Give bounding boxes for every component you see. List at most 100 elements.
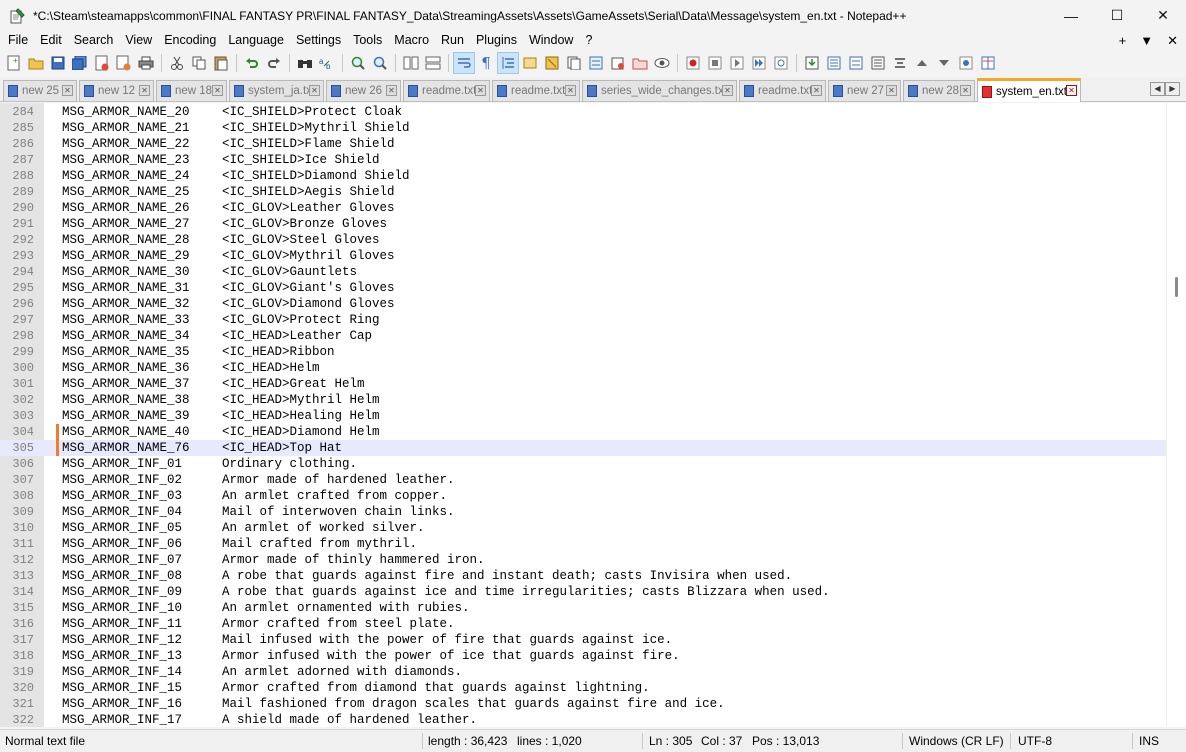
menu-macro[interactable]: Macro (388, 31, 435, 50)
vertical-scrollbar[interactable] (1166, 103, 1186, 727)
tab-series-wide-changes[interactable]: series_wide_changes.txt ✕ (582, 80, 737, 101)
tab-close-icon[interactable]: ✕ (886, 85, 897, 96)
save-macro-icon[interactable] (770, 52, 792, 74)
compare-panel-icon[interactable] (977, 52, 999, 74)
editor-line[interactable]: 306 MSG_ARMOR_INF_01 Ordinary clothing. (0, 456, 1166, 472)
previous-diff-icon[interactable] (911, 52, 933, 74)
editor-line[interactable]: 305 MSG_ARMOR_NAME_76 <IC_HEAD>Top Hat (0, 440, 1166, 456)
editor-line[interactable]: 315 MSG_ARMOR_INF_10 An armlet ornamented … (0, 600, 1166, 616)
find-icon[interactable] (294, 52, 316, 74)
editor-pane[interactable]: 284 MSG_ARMOR_NAME_20 <IC_SHIELD>Protect C… (0, 103, 1186, 727)
editor-line[interactable]: 303 MSG_ARMOR_NAME_39 <IC_HEAD>Healing Hel… (0, 408, 1166, 424)
editor-line[interactable]: 307 MSG_ARMOR_INF_02 Armor made of hardene… (0, 472, 1166, 488)
word-wrap-icon[interactable] (453, 52, 475, 74)
editor-line[interactable]: 288 MSG_ARMOR_NAME_24 <IC_SHIELD>Diamond S… (0, 168, 1166, 184)
tab-readme-2[interactable]: readme.txt ✕ (492, 80, 580, 101)
menu-edit[interactable]: Edit (34, 31, 68, 50)
document-list-icon[interactable] (563, 52, 585, 74)
status-eol-format[interactable]: Windows (CR LF) (909, 730, 1004, 752)
close-file-icon[interactable] (91, 52, 113, 74)
folder-icon[interactable] (629, 52, 651, 74)
monitoring-eye-icon[interactable] (651, 52, 673, 74)
editor-line[interactable]: 284 MSG_ARMOR_NAME_20 <IC_SHIELD>Protect C… (0, 104, 1166, 120)
compare-icon[interactable] (823, 52, 845, 74)
tab-close-icon[interactable]: ✕ (811, 85, 822, 96)
clear-compare-icon[interactable] (867, 52, 889, 74)
navigation-bar-icon[interactable] (955, 52, 977, 74)
editor-line[interactable]: 302 MSG_ARMOR_NAME_38 <IC_HEAD>Mythril Hel… (0, 392, 1166, 408)
user-defined-language-icon[interactable] (519, 52, 541, 74)
open-file-icon[interactable] (25, 52, 47, 74)
editor-line[interactable]: 309 MSG_ARMOR_INF_04 Mail of interwoven ch… (0, 504, 1166, 520)
editor-line[interactable]: 295 MSG_ARMOR_NAME_31 <IC_GLOV>Giant's Glo… (0, 280, 1166, 296)
editor-line[interactable]: 322 MSG_ARMOR_INF_17 A shield made of hard… (0, 712, 1166, 727)
close-window-button[interactable]: ✕ (1140, 0, 1186, 31)
new-tab-plus-button[interactable]: + (1119, 33, 1127, 48)
run-macro-multiple-icon[interactable] (748, 52, 770, 74)
first-diff-icon[interactable] (889, 52, 911, 74)
sync-horizontal-scroll-icon[interactable] (422, 52, 444, 74)
tab-new-26[interactable]: new 26 ✕ (326, 80, 401, 101)
redo-icon[interactable] (263, 52, 285, 74)
editor-line[interactable]: 285 MSG_ARMOR_NAME_21 <IC_SHIELD>Mythril S… (0, 120, 1166, 136)
stop-macro-icon[interactable] (704, 52, 726, 74)
copy-icon[interactable] (188, 52, 210, 74)
menu-settings[interactable]: Settings (290, 31, 347, 50)
editor-line[interactable]: 313 MSG_ARMOR_INF_08 A robe that guards ag… (0, 568, 1166, 584)
close-document-button[interactable]: ✕ (1167, 33, 1178, 49)
tab-close-icon[interactable]: ✕ (139, 85, 150, 96)
menu-run[interactable]: Run (435, 31, 470, 50)
tab-scroll-right-icon[interactable]: ▶ (1165, 82, 1180, 96)
maximize-button[interactable]: ☐ (1094, 0, 1140, 31)
menu-encoding[interactable]: Encoding (158, 31, 222, 50)
tab-close-icon[interactable]: ✕ (309, 85, 320, 96)
save-all-icon[interactable] (69, 52, 91, 74)
menu-view[interactable]: View (119, 31, 158, 50)
zoom-in-icon[interactable] (347, 52, 369, 74)
next-diff-icon[interactable] (933, 52, 955, 74)
tab-close-icon[interactable]: ✕ (565, 85, 576, 96)
scrollbar-thumb[interactable] (1175, 277, 1178, 297)
undo-icon[interactable] (241, 52, 263, 74)
replace-icon[interactable]: ab (316, 52, 338, 74)
editor-line[interactable]: 296 MSG_ARMOR_NAME_32 <IC_GLOV>Diamond Glo… (0, 296, 1166, 312)
indent-guide-icon[interactable] (497, 52, 519, 74)
editor-line[interactable]: 321 MSG_ARMOR_INF_16 Mail fashioned from d… (0, 696, 1166, 712)
editor-line[interactable]: 287 MSG_ARMOR_NAME_23 <IC_SHIELD>Ice Shiel… (0, 152, 1166, 168)
tab-close-icon[interactable]: ✕ (722, 85, 733, 96)
editor-line[interactable]: 298 MSG_ARMOR_NAME_34 <IC_HEAD>Leather Cap (0, 328, 1166, 344)
save-icon[interactable] (47, 52, 69, 74)
editor-line[interactable]: 294 MSG_ARMOR_NAME_30 <IC_GLOV>Gauntlets (0, 264, 1166, 280)
tab-list-dropdown-button[interactable]: ▼ (1140, 33, 1153, 48)
editor-line[interactable]: 293 MSG_ARMOR_NAME_29 <IC_GLOV>Mythril Glo… (0, 248, 1166, 264)
menu-tools[interactable]: Tools (347, 31, 388, 50)
close-all-icon[interactable] (113, 52, 135, 74)
menu-window[interactable]: Window (523, 31, 579, 50)
minimize-button[interactable]: — (1048, 0, 1094, 31)
editor-line[interactable]: 312 MSG_ARMOR_INF_07 Armor made of thinly … (0, 552, 1166, 568)
tab-close-icon[interactable]: ✕ (1066, 85, 1077, 96)
sync-vertical-scroll-icon[interactable] (400, 52, 422, 74)
tab-new-12[interactable]: new 12 ✕ (79, 80, 154, 101)
show-all-characters-icon[interactable]: ¶ (475, 52, 497, 74)
editor-line[interactable]: 318 MSG_ARMOR_INF_13 Armor infused with th… (0, 648, 1166, 664)
tab-close-icon[interactable]: ✕ (62, 85, 73, 96)
tab-new-27[interactable]: new 27 ✕ (828, 80, 901, 101)
editor-line[interactable]: 308 MSG_ARMOR_INF_03 An armlet crafted fro… (0, 488, 1166, 504)
editor-line[interactable]: 317 MSG_ARMOR_INF_12 Mail infused with the… (0, 632, 1166, 648)
menu-plugins[interactable]: Plugins (470, 31, 523, 50)
editor-line[interactable]: 291 MSG_ARMOR_NAME_27 <IC_GLOV>Bronze Glov… (0, 216, 1166, 232)
editor-line[interactable]: 316 MSG_ARMOR_INF_11 Armor crafted from st… (0, 616, 1166, 632)
download-icon[interactable] (801, 52, 823, 74)
editor-line[interactable]: 289 MSG_ARMOR_NAME_25 <IC_SHIELD>Aegis Shi… (0, 184, 1166, 200)
menu-file[interactable]: File (2, 31, 34, 50)
editor-line[interactable]: 299 MSG_ARMOR_NAME_35 <IC_HEAD>Ribbon (0, 344, 1166, 360)
editor-line[interactable]: 310 MSG_ARMOR_INF_05 An armlet of worked s… (0, 520, 1166, 536)
tab-new-28[interactable]: new 28 ✕ (903, 80, 975, 101)
play-macro-icon[interactable] (726, 52, 748, 74)
tab-new-18[interactable]: new 18 ✕ (156, 80, 227, 101)
paste-icon[interactable] (210, 52, 232, 74)
folder-as-workspace-icon[interactable] (607, 52, 629, 74)
print-icon[interactable] (135, 52, 157, 74)
tab-system-en[interactable]: system_en.txt ✕ (977, 78, 1081, 102)
